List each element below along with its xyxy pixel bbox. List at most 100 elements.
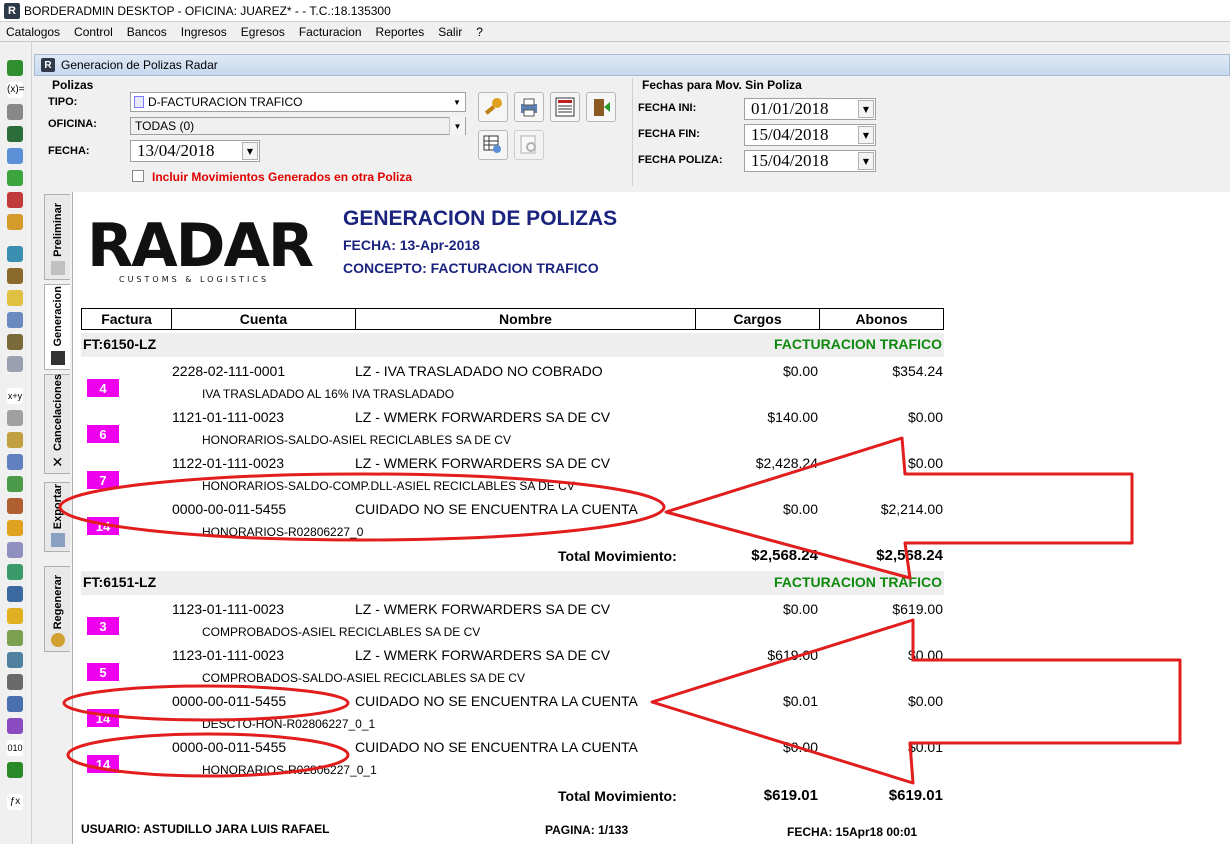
tab-cancelaciones[interactable]: Cancelaciones ✕: [44, 374, 70, 474]
fecha-ini-label: FECHA INI:: [638, 102, 697, 114]
row-description: HONORARIOS-R02806227_0_1: [202, 763, 377, 777]
document-icon[interactable]: [7, 148, 23, 164]
app-logo-icon: R: [4, 2, 20, 19]
box-icon[interactable]: [7, 608, 23, 624]
row-description: HONORARIOS-SALDO-ASIEL RECICLABLES SA DE…: [202, 433, 511, 447]
print-button[interactable]: [514, 92, 544, 122]
chart-icon[interactable]: [7, 718, 23, 734]
chevron-down-icon[interactable]: ▼: [858, 100, 874, 118]
menu-bar: Catalogos Control Bancos Ingresos Egreso…: [0, 22, 1230, 42]
chip-icon[interactable]: [7, 334, 23, 350]
account-name: CUIDADO NO SE ENCUENTRA LA CUENTA: [355, 693, 638, 709]
network-icon[interactable]: [7, 246, 23, 262]
tab-regenerar[interactable]: Regenerar: [44, 566, 70, 652]
warning-icon[interactable]: [7, 520, 23, 536]
menu-egresos[interactable]: Egresos: [234, 25, 292, 39]
money-bag-icon[interactable]: [7, 60, 23, 76]
gear-icon[interactable]: [7, 476, 23, 492]
function-icon[interactable]: ƒx: [7, 794, 23, 810]
stamp-icon[interactable]: [7, 630, 23, 646]
fecha-value: 13/04/2018: [137, 141, 215, 160]
chevron-down-icon[interactable]: ▼: [858, 152, 874, 170]
menu-catalogos[interactable]: Catalogos: [0, 25, 67, 39]
document-type-icon: [134, 96, 144, 108]
menu-ingresos[interactable]: Ingresos: [174, 25, 234, 39]
book-icon[interactable]: [7, 312, 23, 328]
account-number: 1122-01-111-0023: [172, 455, 285, 471]
folder-icon[interactable]: [7, 432, 23, 448]
pen-icon[interactable]: [7, 192, 23, 208]
account-name: LZ - WMERK FORWARDERS SA DE CV: [355, 455, 611, 471]
tab-exportar[interactable]: Exportar: [44, 482, 70, 552]
factura-badge: 14: [87, 755, 119, 773]
pencil-icon[interactable]: [7, 268, 23, 284]
account-name: CUIDADO NO SE ENCUENTRA LA CUENTA: [355, 739, 638, 755]
chevron-down-icon[interactable]: ▼: [449, 93, 465, 111]
close-icon: ✕: [51, 454, 64, 470]
binary-icon[interactable]: 010: [7, 740, 23, 756]
abono-amount: $0.01: [907, 739, 943, 755]
xy-icon[interactable]: x+y: [7, 388, 23, 404]
truck-icon[interactable]: [7, 356, 23, 372]
chevron-down-icon[interactable]: ▼: [242, 142, 258, 160]
formula-icon[interactable]: (x)=: [7, 82, 25, 98]
database-icon[interactable]: [7, 410, 23, 426]
fecha-fin-date-picker[interactable]: 15/04/2018 ▼: [744, 124, 876, 146]
col-cuenta: Cuenta: [172, 309, 356, 329]
menu-control[interactable]: Control: [67, 25, 120, 39]
list-icon[interactable]: [7, 542, 23, 558]
fecha-poliza-value: 15/04/2018: [751, 151, 829, 170]
chevron-down-icon[interactable]: ▼: [449, 117, 465, 135]
account-name: LZ - IVA TRASLADADO NO COBRADO: [355, 363, 603, 379]
report-icon[interactable]: [7, 214, 23, 230]
printer-icon: [521, 98, 537, 117]
calculator-icon[interactable]: [7, 126, 23, 142]
include-movements-checkbox[interactable]: [132, 170, 144, 182]
menu-facturacion[interactable]: Facturacion: [292, 25, 369, 39]
report-footer-page: PAGINA: 1/133: [545, 823, 629, 837]
user-tool-icon[interactable]: [7, 104, 23, 120]
window-icon[interactable]: [7, 696, 23, 712]
fecha-ini-date-picker[interactable]: 01/01/2018 ▼: [744, 98, 876, 120]
printer-icon[interactable]: [7, 498, 23, 514]
disabled-preview-button[interactable]: [514, 130, 544, 160]
factura-badge: 5: [87, 663, 119, 681]
fecha-poliza-date-picker[interactable]: 15/04/2018 ▼: [744, 150, 876, 172]
menu-bancos[interactable]: Bancos: [120, 25, 174, 39]
disk-icon[interactable]: [7, 674, 23, 690]
exit-button[interactable]: [586, 92, 616, 122]
chevron-down-icon[interactable]: ▼: [858, 126, 874, 144]
report-button[interactable]: [550, 92, 580, 122]
fecha-date-picker[interactable]: 13/04/2018 ▼: [130, 140, 260, 162]
preview-button[interactable]: [478, 130, 508, 160]
page-icon[interactable]: [7, 652, 23, 668]
oficina-select[interactable]: TODAS (0) ▼: [130, 117, 466, 135]
table-icon[interactable]: [7, 586, 23, 602]
tab-preliminar[interactable]: Preliminar: [44, 194, 70, 280]
parameters-panel: Polizas TIPO: D-FACTURACION TRAFICO ▼ OF…: [34, 76, 1230, 188]
row-description: HONORARIOS-R02806227_0: [202, 525, 364, 539]
menu-reportes[interactable]: Reportes: [369, 25, 432, 39]
total-label: Total Movimiento:: [558, 548, 677, 564]
search-doc-icon[interactable]: [7, 454, 23, 470]
account-number: 0000-00-011-5455: [172, 693, 287, 709]
report-table-header: Factura Cuenta Nombre Cargos Abonos: [81, 308, 944, 330]
cargo-amount: $0.00: [782, 363, 818, 379]
report-concept: CONCEPTO: FACTURACION TRAFICO: [343, 260, 599, 276]
clock-icon[interactable]: [7, 290, 23, 306]
tab-generacion[interactable]: Generacion: [44, 284, 70, 370]
cargo-amount: $0.01: [782, 693, 818, 709]
menu-salir[interactable]: Salir: [431, 25, 469, 39]
child-window-titlebar: R Generacion de Polizas Radar: [34, 54, 1230, 76]
menu-help[interactable]: ?: [469, 25, 490, 39]
svg-text:RADAR: RADAR: [87, 214, 313, 281]
exit-door-icon: [594, 99, 610, 116]
bag-icon[interactable]: [7, 170, 23, 186]
tipo-label: TIPO:: [48, 96, 78, 108]
key-button[interactable]: [478, 92, 508, 122]
tree-icon[interactable]: [7, 564, 23, 580]
abono-amount: $0.00: [907, 647, 943, 663]
account-number: 1121-01-111-0023: [172, 409, 285, 425]
tipo-select[interactable]: D-FACTURACION TRAFICO ▼: [130, 92, 466, 112]
clover-icon[interactable]: [7, 762, 23, 778]
